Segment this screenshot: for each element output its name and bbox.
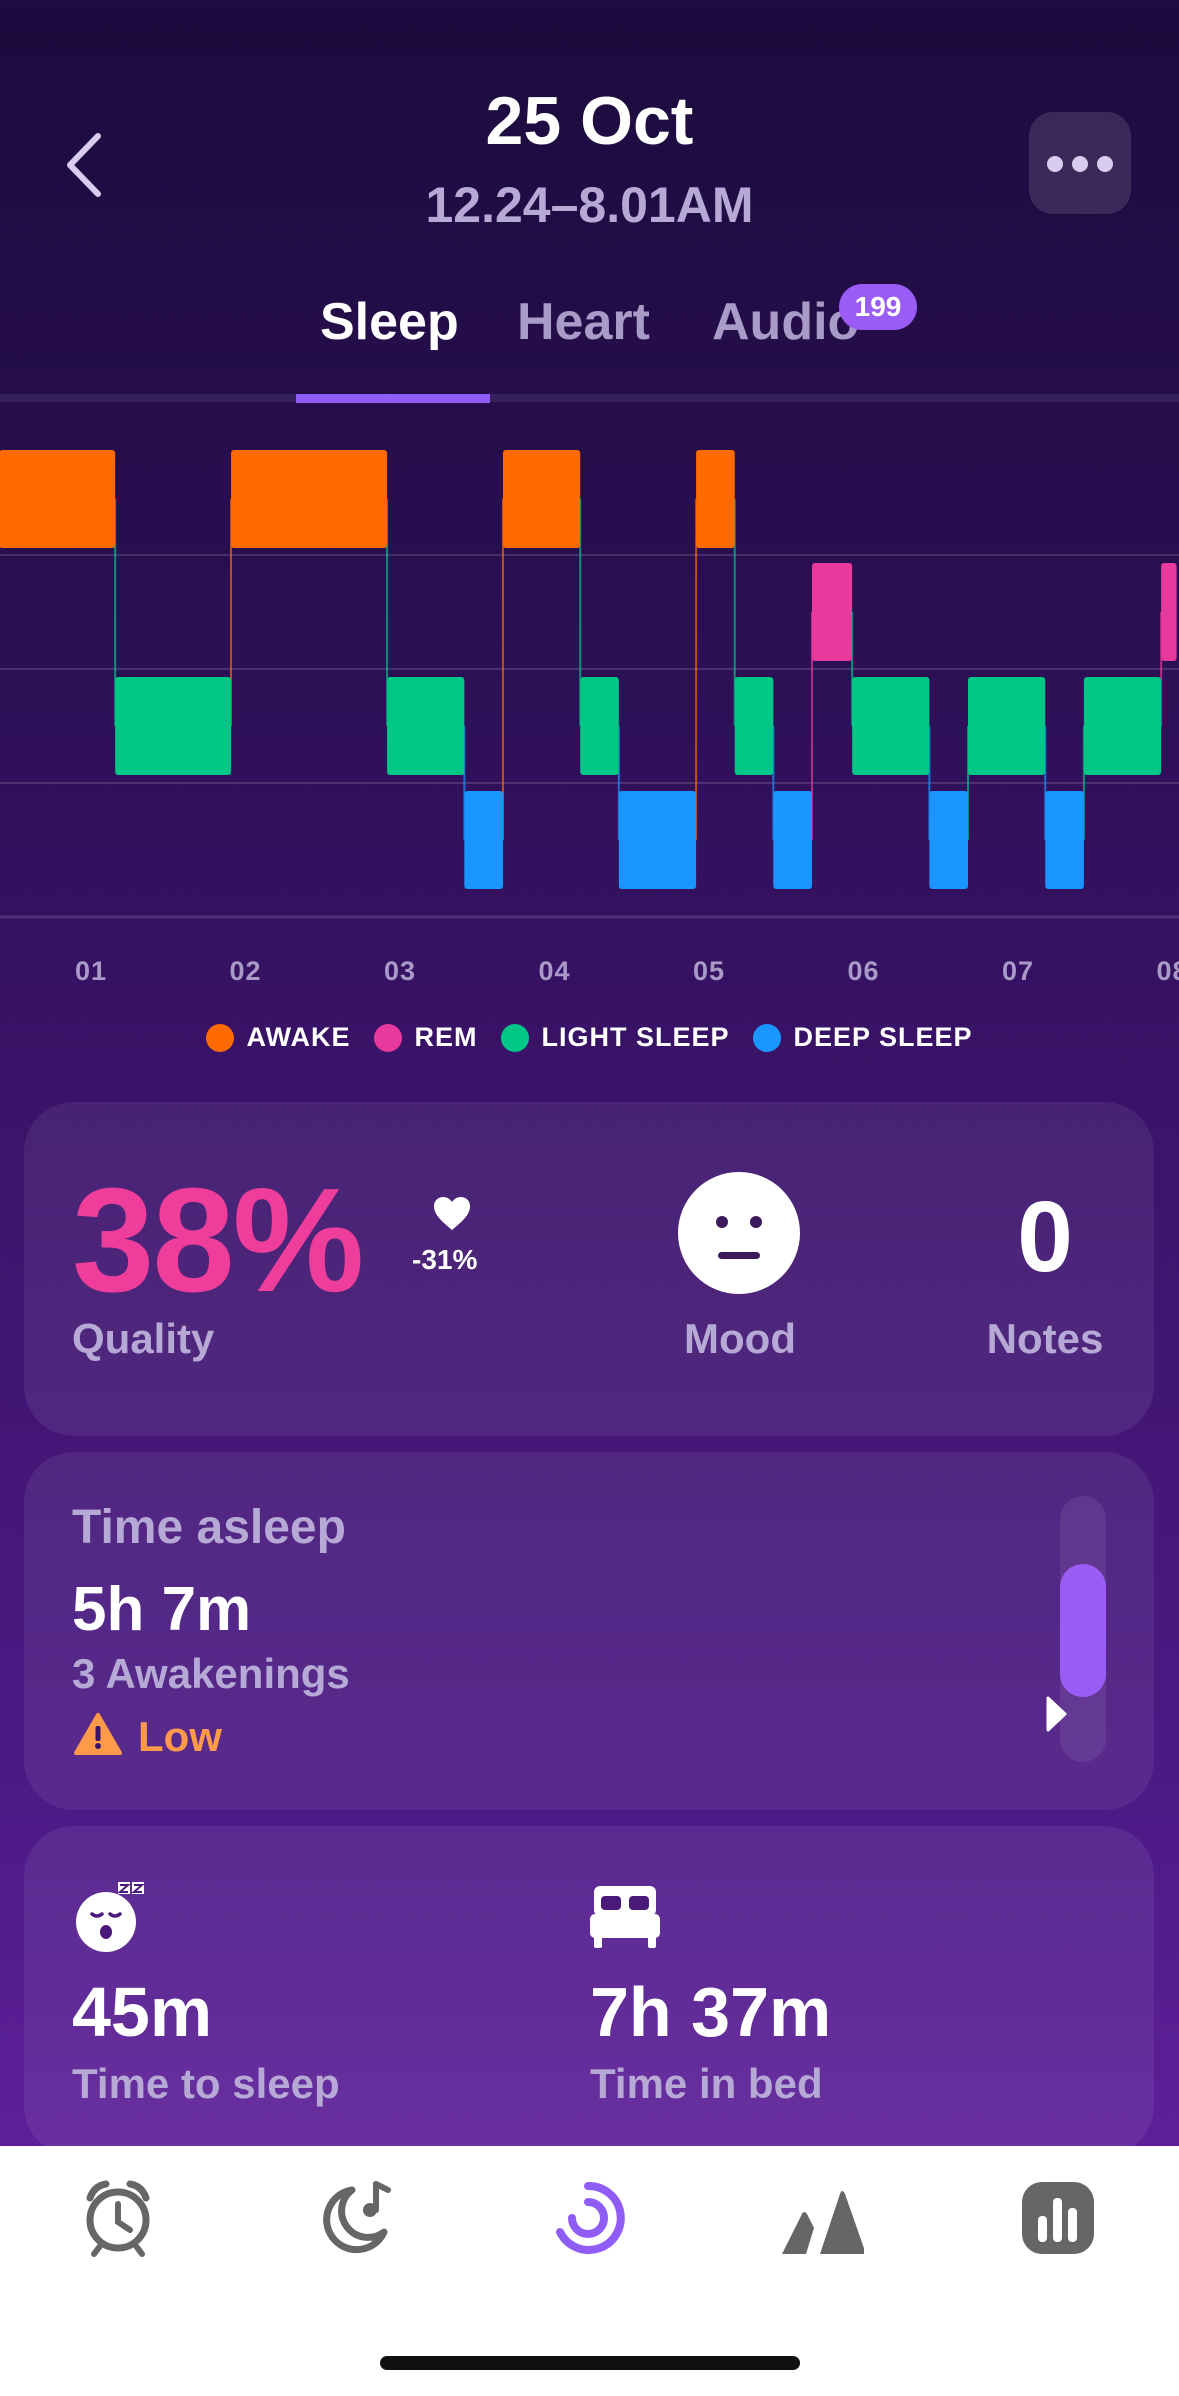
quality-label: Quality	[72, 1315, 215, 1362]
legend-label: AWAKE	[246, 1022, 351, 1052]
legend-deep-sleep: DEEP SLEEP	[753, 1022, 972, 1053]
sleep-stage-block-deep-sleep	[618, 791, 697, 889]
x-axis-tick-label: 03	[384, 956, 417, 986]
alarm-clock-icon[interactable]	[76, 2176, 160, 2260]
sleep-stage-block-awake	[696, 450, 735, 548]
sleep-stage-block-light-sleep	[1083, 677, 1162, 775]
light-sleep-color-dot	[501, 1023, 530, 1052]
sleep-stage-block-light-sleep	[115, 677, 232, 775]
sleep-stage-block-awake	[502, 450, 581, 548]
sleep-stage-block-light-sleep	[852, 677, 930, 775]
sleep-stage-block-deep-sleep	[773, 791, 812, 889]
home-indicator[interactable]	[380, 2356, 800, 2370]
sleep-stage-block-light-sleep	[968, 677, 1046, 775]
moon-music-icon[interactable]	[312, 2176, 396, 2260]
x-axis-tick-label: 06	[847, 956, 880, 986]
page-title: 25 Oct	[485, 83, 694, 159]
tab-active-indicator	[296, 394, 490, 403]
x-axis-tick-label: 01	[75, 956, 108, 986]
legend-label: DEEP SLEEP	[793, 1022, 973, 1052]
chart-legend: AWAKE REM LIGHT SLEEP DEEP SLEEP	[0, 1022, 1179, 1053]
x-axis-tick-label: 02	[229, 956, 262, 986]
more-options-button[interactable]	[1029, 112, 1131, 214]
x-axis-tick-label: 05	[693, 956, 726, 986]
gauge-pointer-icon	[1046, 1696, 1067, 1732]
sleep-stage-block-deep-sleep	[464, 791, 503, 889]
time-to-sleep-label: Time to sleep	[72, 2060, 340, 2107]
more-dot-icon	[1072, 156, 1088, 172]
tab-audio[interactable]: Audio	[712, 292, 859, 352]
audio-count-badge: 199	[839, 284, 917, 330]
sleep-stage-block-awake	[231, 450, 388, 548]
tab-sleep[interactable]: Sleep	[320, 292, 459, 352]
sleep-stage-block-light-sleep	[387, 677, 465, 775]
mountains-icon[interactable]	[780, 2176, 864, 2260]
sleep-stage-block-rem	[1161, 563, 1177, 661]
legend-label: LIGHT SLEEP	[541, 1022, 730, 1052]
sleep-stage-block-deep-sleep	[929, 791, 969, 889]
sleep-tracking-icon[interactable]	[546, 2176, 630, 2260]
statistics-icon[interactable]	[1016, 2176, 1100, 2260]
sleep-stage-block-light-sleep	[734, 677, 774, 775]
rem-color-dot	[374, 1023, 403, 1052]
legend-awake: AWAKE	[206, 1022, 350, 1053]
sleep-stage-block-awake	[0, 450, 116, 548]
sleeping-face-icon	[76, 1882, 145, 1952]
legend-light-sleep: LIGHT SLEEP	[501, 1022, 729, 1053]
quality-delta: -31%	[412, 1244, 478, 1275]
quality-value: 38%	[72, 1158, 364, 1323]
sleep-duration-gauge-fill	[1060, 1564, 1106, 1697]
sleep-stage-block-light-sleep	[580, 677, 619, 775]
legend-rem: REM	[374, 1022, 477, 1053]
more-dot-icon	[1047, 156, 1063, 172]
warning-icon	[74, 1713, 122, 1755]
notes-count[interactable]: 0	[940, 1180, 1150, 1295]
notes-label: Notes	[986, 1315, 1104, 1362]
x-axis-tick-label: 07	[1002, 956, 1035, 986]
mood-label: Mood	[684, 1315, 796, 1362]
sleep-stage-block-rem	[811, 563, 853, 661]
sleep-time-range: 12.24–8.01AM	[425, 177, 754, 233]
neutral-face-icon[interactable]	[678, 1172, 800, 1294]
time-in-bed-value: 7h 37m	[590, 1973, 832, 2051]
deep-sleep-color-dot	[753, 1023, 782, 1052]
sleep-status-label: Low	[138, 1713, 222, 1760]
heart-icon	[434, 1197, 470, 1230]
bed-icon	[590, 1886, 660, 1948]
awake-color-dot	[206, 1023, 235, 1052]
time-to-sleep-value: 45m	[72, 1973, 213, 2051]
sleep-stage-chart	[0, 450, 1179, 919]
x-axis-tick-label: 04	[538, 956, 571, 986]
time-asleep-label: Time asleep	[72, 1501, 346, 1554]
tab-divider	[0, 394, 1179, 402]
sleep-stage-block-deep-sleep	[1045, 791, 1084, 889]
awakenings-count: 3 Awakenings	[72, 1650, 350, 1697]
time-asleep-value: 5h 7m	[72, 1575, 252, 1644]
tab-heart[interactable]: Heart	[517, 292, 650, 352]
legend-label: REM	[414, 1022, 478, 1052]
time-in-bed-label: Time in bed	[590, 2060, 823, 2107]
more-dot-icon	[1097, 156, 1113, 172]
x-axis-tick-label: 08	[1156, 956, 1179, 986]
